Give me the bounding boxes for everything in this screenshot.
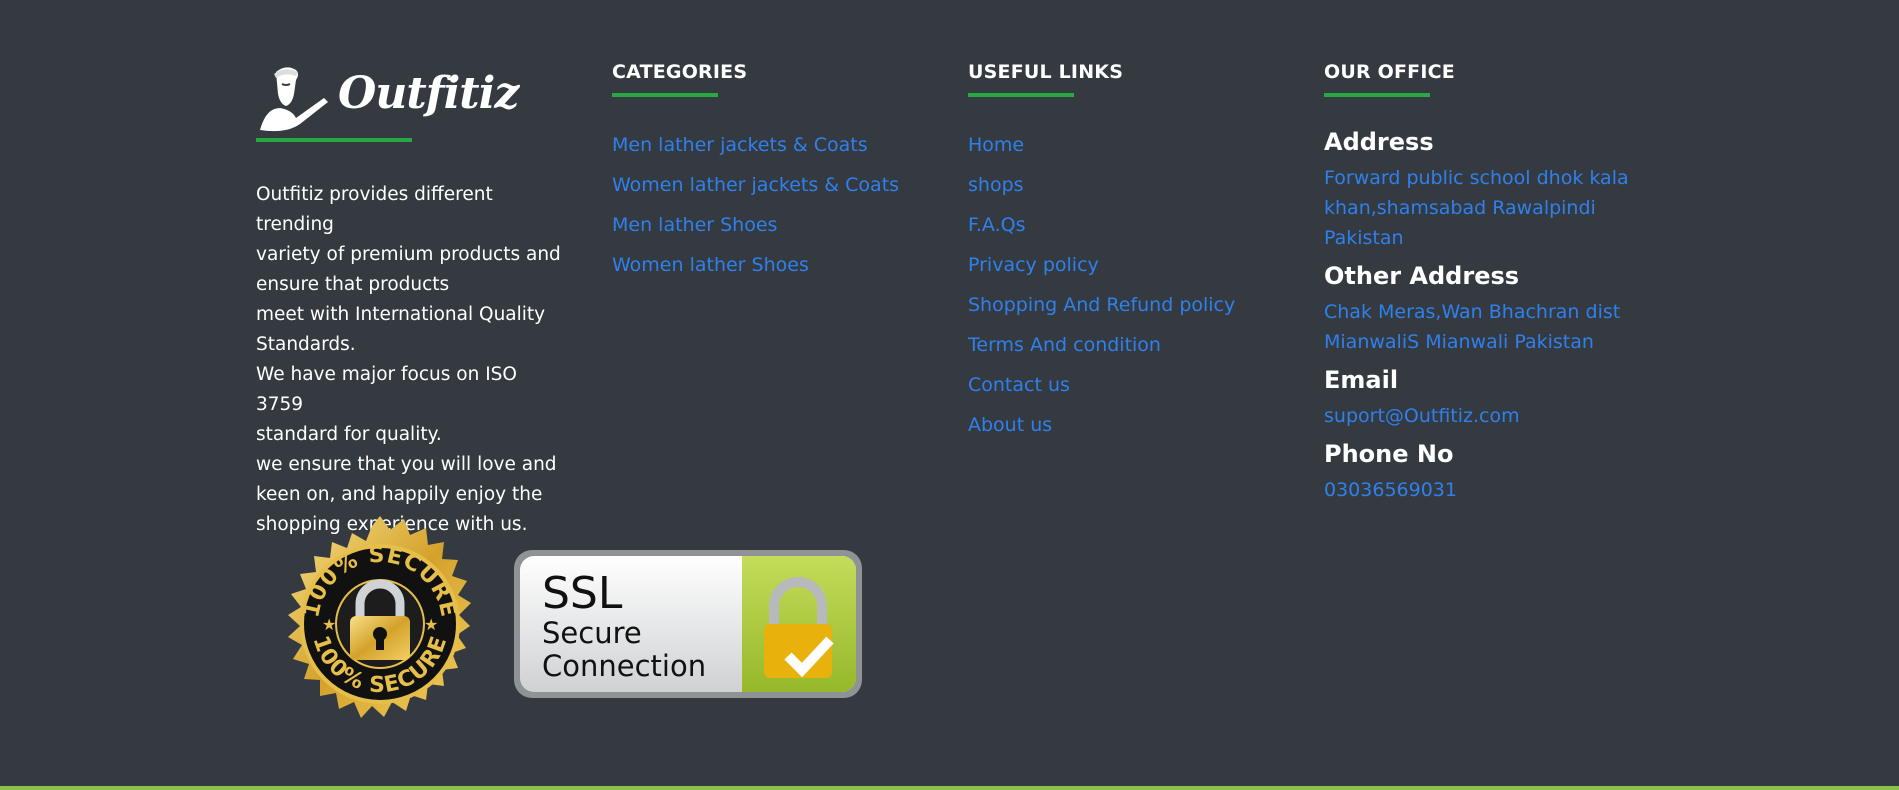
email-title: Email	[1324, 366, 1399, 394]
about-line: Outfitiz provides different trending	[256, 184, 493, 235]
list-item: Contact us	[968, 373, 1288, 413]
other-address-value[interactable]: Chak Meras,Wan Bhachran dist MianwaliS M…	[1324, 297, 1654, 357]
list-item: Men lather jackets & Coats	[612, 133, 932, 173]
site-footer: Outfitiz Outfitiz provides different tre…	[0, 0, 1899, 786]
useful-links-heading: USEFUL LINKS	[968, 61, 1124, 83]
ssl-secure-badge: SSL Secure Connection	[514, 550, 862, 698]
list-item: Home	[968, 133, 1288, 173]
list-item: Shopping And Refund policy	[968, 293, 1288, 333]
footer-bottom-bar	[0, 786, 1899, 790]
email-link[interactable]: suport@Outfitiz.com	[1324, 401, 1654, 431]
link-about-us[interactable]: About us	[968, 414, 1052, 436]
category-link-men-jackets[interactable]: Men lather jackets & Coats	[612, 134, 868, 156]
about-line: we ensure that you will love and	[256, 454, 557, 475]
about-column: Outfitiz Outfitiz provides different tre…	[256, 62, 566, 540]
about-line: Standards.	[256, 334, 356, 355]
link-terms[interactable]: Terms And condition	[968, 334, 1161, 356]
link-faqs[interactable]: F.A.Qs	[968, 214, 1025, 236]
about-line: ensure that products	[256, 274, 450, 295]
link-shops[interactable]: shops	[968, 174, 1024, 196]
office-column: OUR OFFICE Address Forward public school…	[1324, 60, 1654, 513]
about-line: keen on, and happily enjoy the	[256, 484, 543, 505]
about-line: variety of premium products and	[256, 244, 561, 265]
brand-logo[interactable]: Outfitiz	[256, 62, 566, 142]
seal-star-right: ★	[424, 615, 438, 634]
list-item: Privacy policy	[968, 253, 1288, 293]
phone-link[interactable]: 03036569031	[1324, 475, 1654, 505]
ssl-line2: Secure	[542, 616, 642, 650]
useful-links-list: Home shops F.A.Qs Privacy policy Shoppin…	[968, 133, 1288, 453]
link-contact-us[interactable]: Contact us	[968, 374, 1070, 396]
category-link-men-shoes[interactable]: Men lather Shoes	[612, 214, 777, 236]
logo-underline	[256, 138, 412, 142]
list-item: F.A.Qs	[968, 213, 1288, 253]
heading-underline	[968, 93, 1074, 97]
about-line: meet with International Quality	[256, 304, 546, 325]
address-value[interactable]: Forward public school dhok kala khan,sha…	[1324, 163, 1654, 253]
gentleman-mascot-icon	[260, 67, 328, 132]
list-item: Terms And condition	[968, 333, 1288, 373]
link-privacy-policy[interactable]: Privacy policy	[968, 254, 1099, 276]
list-item: Women lather Shoes	[612, 253, 932, 293]
secure-seal-badge: 100% SECURE 100% SECURE ★ ★	[288, 516, 471, 718]
heading-underline	[612, 93, 718, 97]
about-line: standard for quality.	[256, 424, 442, 445]
list-item: shops	[968, 173, 1288, 213]
category-link-women-jackets[interactable]: Women lather jackets & Coats	[612, 174, 899, 196]
about-line: We have major focus on ISO 3759	[256, 364, 517, 415]
address-title: Address	[1324, 128, 1434, 156]
other-address-title: Other Address	[1324, 262, 1520, 290]
list-item: About us	[968, 413, 1288, 453]
office-heading: OUR OFFICE	[1324, 61, 1455, 83]
seal-star-left: ★	[322, 615, 336, 634]
categories-heading: CATEGORIES	[612, 61, 748, 83]
link-refund-policy[interactable]: Shopping And Refund policy	[968, 294, 1235, 316]
categories-list: Men lather jackets & Coats Women lather …	[612, 133, 932, 293]
ssl-line1: SSL	[542, 568, 623, 619]
useful-links-column: USEFUL LINKS Home shops F.A.Qs Privacy p…	[968, 60, 1288, 453]
heading-underline	[1324, 93, 1430, 97]
phone-title: Phone No	[1324, 440, 1454, 468]
category-link-women-shoes[interactable]: Women lather Shoes	[612, 254, 809, 276]
office-details: Address Forward public school dhok kala …	[1324, 127, 1654, 505]
link-home[interactable]: Home	[968, 134, 1024, 156]
categories-column: CATEGORIES Men lather jackets & Coats Wo…	[612, 60, 932, 293]
brand-name: Outfitiz	[338, 68, 519, 119]
about-description: Outfitiz provides different trending var…	[256, 180, 566, 540]
list-item: Women lather jackets & Coats	[612, 173, 932, 213]
ssl-line3: Connection	[542, 649, 706, 683]
list-item: Men lather Shoes	[612, 213, 932, 253]
